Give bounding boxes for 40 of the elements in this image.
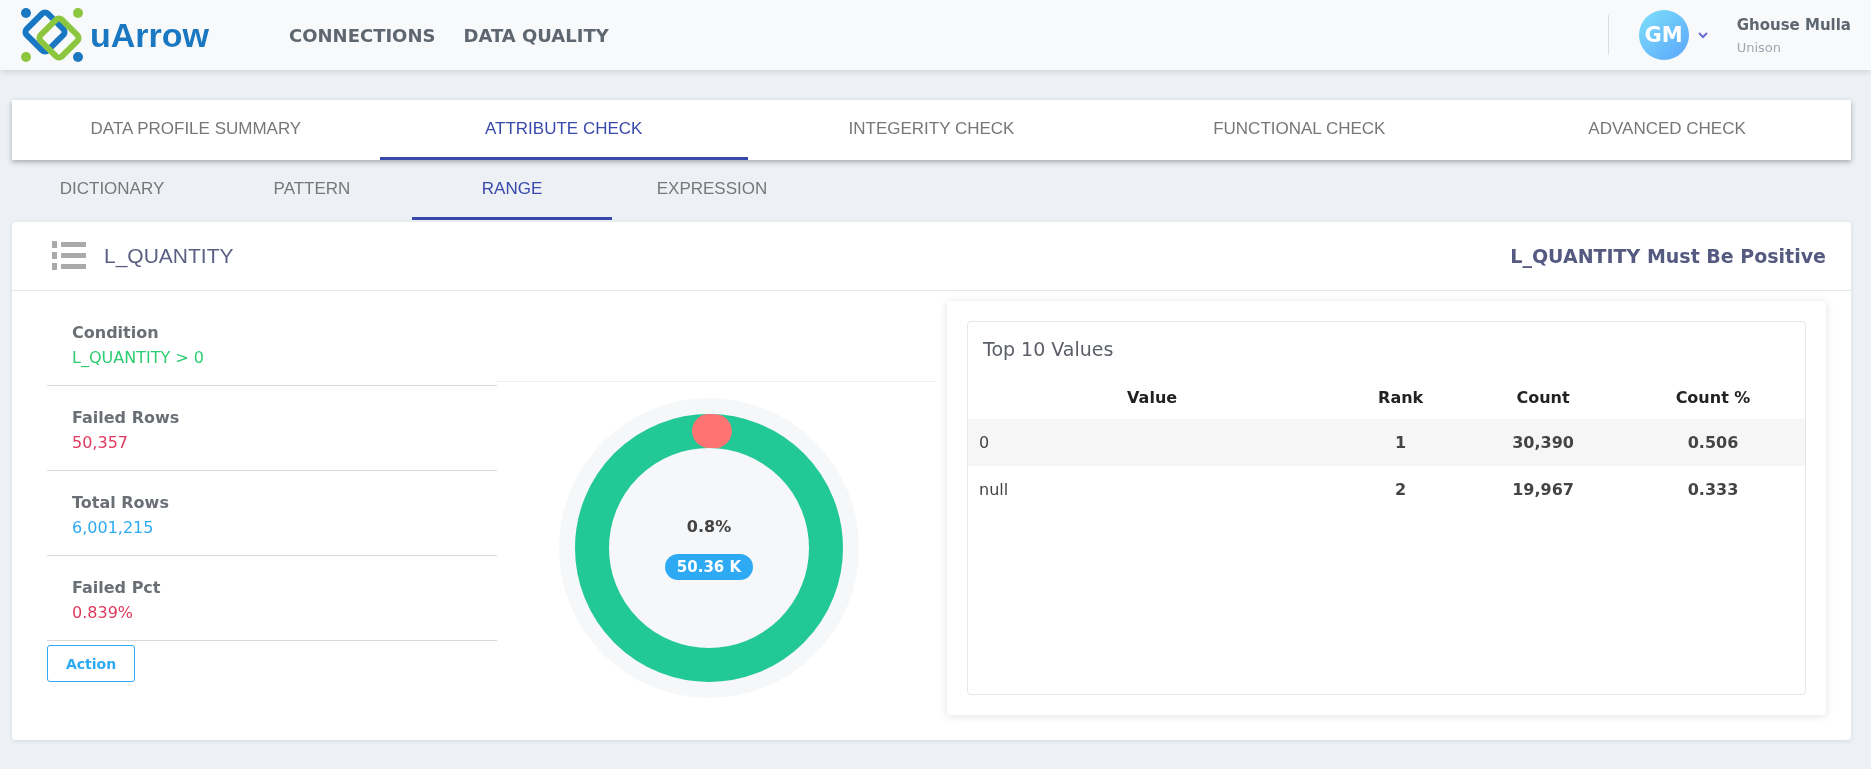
subtab[interactable]: DICTIONARY bbox=[12, 160, 212, 220]
table-cell: 1 bbox=[1336, 419, 1466, 466]
action-button[interactable]: Action bbox=[47, 645, 135, 682]
tab[interactable]: DATA PROFILE SUMMARY bbox=[12, 100, 380, 160]
table-cell: 0 bbox=[968, 419, 1337, 466]
subtab[interactable]: EXPRESSION bbox=[612, 160, 812, 220]
numbered-list-icon bbox=[52, 240, 88, 272]
table-cell: 0.333 bbox=[1621, 466, 1805, 513]
column-header: Value bbox=[968, 376, 1337, 419]
table-cell: 2 bbox=[1336, 466, 1466, 513]
column-header: Count bbox=[1465, 376, 1622, 419]
table-cell: 30,390 bbox=[1465, 419, 1622, 466]
table-cell: 0.506 bbox=[1621, 419, 1805, 466]
stat-label: Condition bbox=[72, 323, 160, 342]
tab[interactable]: ATTRIBUTE CHECK bbox=[379, 100, 748, 160]
column-name: L_QUANTITY bbox=[104, 244, 234, 268]
table-title: Top 10 Values bbox=[982, 337, 1115, 362]
chevron-down-icon[interactable] bbox=[1696, 31, 1709, 39]
logo-text: uArrow bbox=[90, 15, 209, 55]
column-header: Count % bbox=[1621, 376, 1805, 419]
nav-link[interactable]: DATA QUALITY bbox=[463, 24, 609, 46]
table-cell: null bbox=[968, 466, 1337, 513]
tab[interactable]: ADVANCED CHECK bbox=[1483, 100, 1851, 160]
tab[interactable]: INTEGERITY CHECK bbox=[747, 100, 1116, 160]
user-name: Ghouse Mulla bbox=[1736, 15, 1851, 34]
column-header: Rank bbox=[1336, 376, 1466, 419]
stat-value: L_QUANTITY > 0 bbox=[72, 348, 205, 367]
stat-value: 6,001,215 bbox=[72, 518, 155, 537]
user-org: Unison bbox=[1736, 39, 1783, 55]
nav-link[interactable]: CONNECTIONS bbox=[289, 24, 436, 46]
gauge-percent: 0.8% bbox=[686, 516, 732, 536]
stat-label: Total Rows bbox=[72, 493, 170, 512]
rule-title: L_QUANTITY Must Be Positive bbox=[1510, 245, 1826, 267]
stat-value: 50,357 bbox=[72, 433, 129, 452]
subtab[interactable]: PATTERN bbox=[212, 160, 412, 220]
stat-label: Failed Rows bbox=[72, 408, 181, 427]
tab[interactable]: FUNCTIONAL CHECK bbox=[1115, 100, 1484, 160]
stat-value: 0.839% bbox=[72, 603, 134, 622]
table-cell: 19,967 bbox=[1465, 466, 1622, 513]
stat-label: Failed Pct bbox=[72, 578, 162, 597]
